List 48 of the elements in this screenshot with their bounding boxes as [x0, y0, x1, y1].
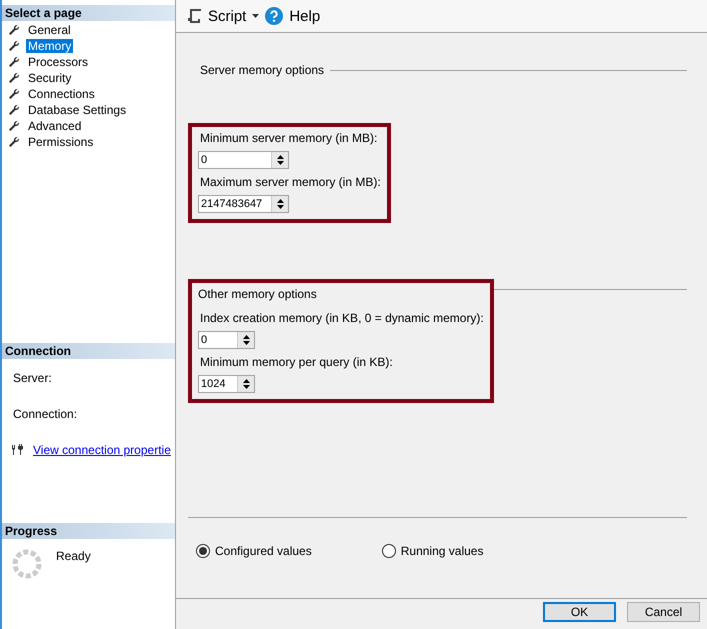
field-label: Minimum server memory (in MB): [199, 131, 378, 145]
field-label: Index creation memory (in KB, 0 = dynamic memory): [199, 311, 484, 325]
view-connection-link[interactable]: View connection propertie [33, 443, 171, 457]
section-header: Connection [2, 343, 175, 359]
up-down-arrows-icon [242, 378, 250, 390]
wrench-icon [8, 72, 20, 84]
connection-label: Server: [13, 371, 52, 385]
sidebar-item[interactable]: Database Settings [8, 102, 175, 118]
number-spinner[interactable]: 2147483647 [198, 195, 289, 213]
wrench-icon [8, 24, 20, 36]
wrench-icon [8, 56, 20, 68]
sidebar-item[interactable]: Permissions [8, 134, 175, 150]
group-title: Server memory options [200, 63, 324, 77]
radio-option[interactable]: Running values [382, 544, 484, 558]
wrench-icon [8, 136, 20, 148]
sidebar-item[interactable]: Processors [8, 54, 175, 70]
script-button[interactable]: Script [186, 8, 246, 24]
dialog-button[interactable]: Cancel [627, 602, 700, 622]
field-label: Minimum memory per query (in KB): [199, 355, 394, 369]
section-header: Progress [2, 523, 175, 539]
help-button[interactable]: Help [265, 7, 320, 25]
up-down-arrows-icon [276, 198, 284, 210]
group-title: Other memory options [198, 287, 317, 301]
sidebar-item[interactable]: General [8, 22, 175, 38]
dialog-button[interactable]: OK [543, 602, 616, 622]
wrench-icon [8, 40, 20, 52]
script-icon [186, 8, 202, 24]
connection-label: Connection: [13, 407, 78, 421]
wrench-icon [8, 104, 20, 116]
sidebar-item[interactable]: Security [8, 70, 175, 86]
number-spinner[interactable]: 0 [198, 151, 289, 169]
progress-status: Ready [56, 549, 91, 565]
help-icon [265, 7, 284, 25]
number-spinner[interactable]: 0 [198, 331, 255, 349]
radio-option[interactable]: Configured values [196, 544, 312, 558]
section-header: Select a page [2, 5, 175, 21]
up-down-arrows-icon [242, 334, 250, 346]
sidebar-item[interactable]: Advanced [8, 118, 175, 134]
up-down-arrows-icon [276, 154, 284, 166]
sidebar-item[interactable]: Memory [8, 38, 175, 54]
field-label: Maximum server memory (in MB): [199, 175, 381, 189]
dropdown-caret-icon[interactable] [252, 14, 260, 18]
wrench-icon [8, 88, 20, 100]
wrench-icon [8, 120, 20, 132]
plug-icon [11, 444, 25, 456]
number-spinner[interactable]: 1024 [198, 375, 255, 393]
spinner-icon [12, 549, 42, 579]
sidebar-item[interactable]: Connections [8, 86, 175, 102]
